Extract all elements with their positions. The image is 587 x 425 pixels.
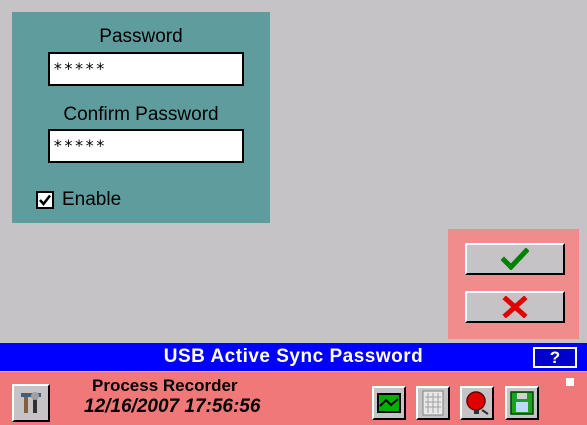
alarm-button[interactable] <box>460 386 494 420</box>
alarm-icon <box>466 391 489 415</box>
action-box <box>448 229 579 339</box>
chart-icon <box>377 393 401 413</box>
password-field[interactable]: ***** <box>48 52 244 86</box>
chart-button[interactable] <box>372 386 406 420</box>
x-icon <box>502 296 528 318</box>
enable-label: Enable <box>62 189 122 210</box>
cancel-button[interactable] <box>465 291 565 323</box>
recorder-name: Process Recorder <box>92 376 238 395</box>
status-bar: Process Recorder 12/16/2007 17:56:56 <box>0 372 587 425</box>
enable-row[interactable]: Enable <box>36 187 121 213</box>
save-button[interactable] <box>505 386 539 420</box>
ok-button[interactable] <box>465 243 565 275</box>
page-title: USB Active Sync Password <box>163 346 424 367</box>
grid-icon <box>422 390 444 416</box>
password-panel: Password ***** Confirm Password ***** En… <box>12 12 270 223</box>
help-button[interactable]: ? <box>533 347 577 368</box>
tools-button[interactable] <box>12 384 50 422</box>
confirm-password-label: Confirm Password <box>63 104 219 125</box>
title-bar: USB Active Sync Password ? <box>0 343 587 371</box>
save-icon <box>510 391 534 415</box>
enable-checkbox[interactable] <box>36 191 54 209</box>
grid-button[interactable] <box>416 386 450 420</box>
tools-icon <box>21 392 41 413</box>
confirm-password-field[interactable]: ***** <box>48 129 244 163</box>
checkmark-small-icon <box>39 194 51 206</box>
checkmark-icon <box>501 248 529 270</box>
recorder-datetime: 12/16/2007 17:56:56 <box>84 396 261 417</box>
password-label: Password <box>99 26 183 47</box>
status-indicator <box>566 378 574 386</box>
